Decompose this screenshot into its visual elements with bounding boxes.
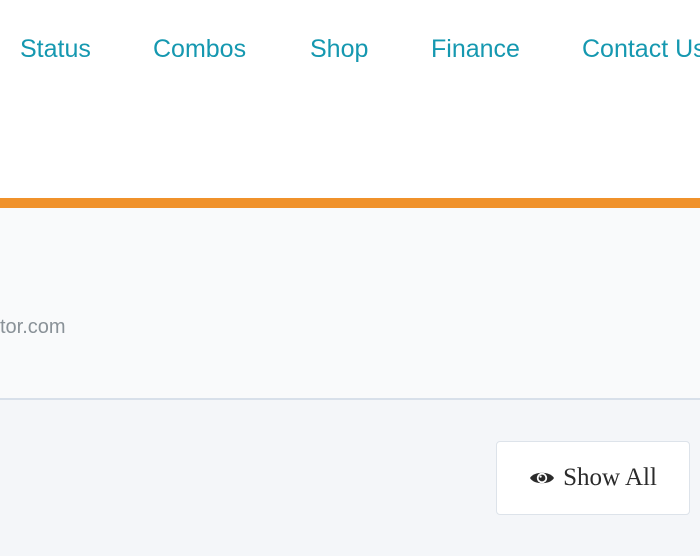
info-band: tor.com	[0, 208, 700, 400]
show-all-label: Show All	[563, 464, 657, 491]
nav-item-finance[interactable]: Finance	[431, 32, 520, 66]
main-nav: Status Combos Shop Finance Contact Us	[0, 0, 700, 100]
page: Status Combos Shop Finance Contact Us to…	[0, 0, 700, 556]
content-area: Show All	[0, 400, 700, 556]
nav-item-status[interactable]: Status	[20, 32, 91, 66]
nav-item-shop[interactable]: Shop	[310, 32, 368, 66]
domain-text: tor.com	[0, 316, 66, 338]
eye-icon	[529, 468, 555, 488]
site-header: Status Combos Shop Finance Contact Us	[0, 0, 700, 198]
show-all-button[interactable]: Show All	[496, 441, 690, 515]
nav-item-contact-us[interactable]: Contact Us	[582, 32, 700, 66]
accent-bar	[0, 198, 700, 208]
nav-item-combos[interactable]: Combos	[153, 32, 246, 66]
